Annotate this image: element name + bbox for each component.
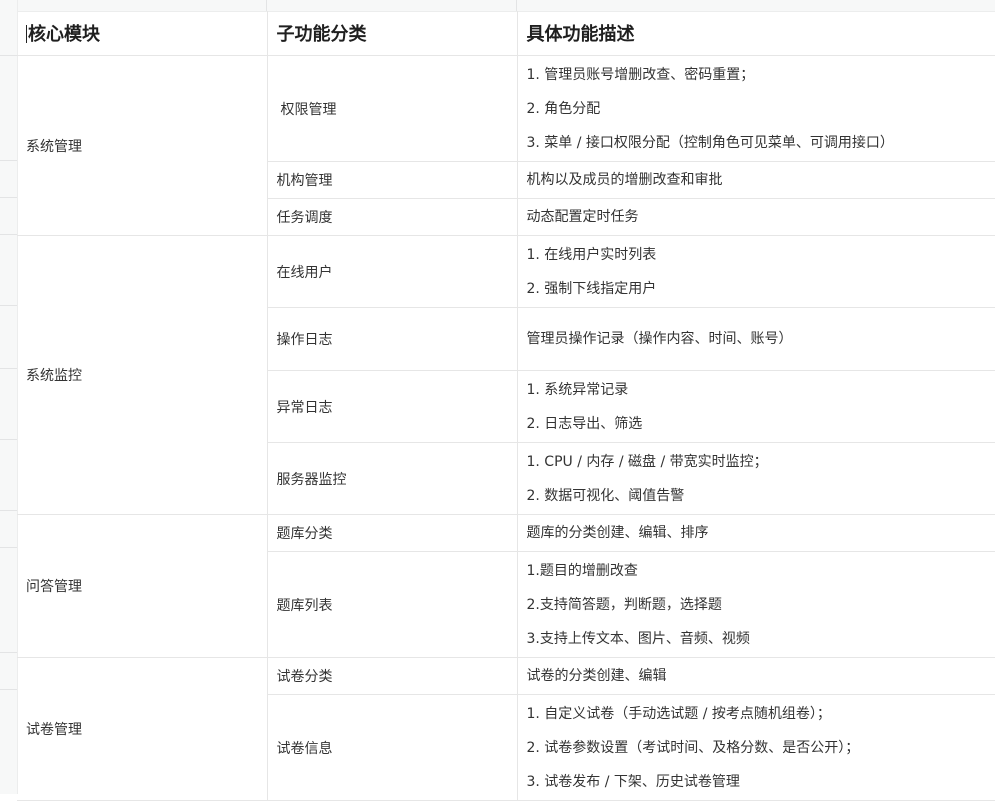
description-cell[interactable]: 题库的分类创建、编辑、排序: [517, 514, 995, 552]
description-line: 机构以及成员的增删改查和审批: [526, 172, 723, 188]
header-sub-category[interactable]: 子功能分类: [267, 11, 518, 56]
description-line: 1. CPU / 内存 / 磁盘 / 带宽实时监控；: [526, 453, 768, 470]
core-module-cell[interactable]: 试卷管理: [17, 657, 268, 801]
description-line: 动态配置定时任务: [526, 209, 639, 225]
description-line: 3. 试卷发布 / 下架、历史试卷管理: [526, 773, 740, 790]
row-gutter: [0, 0, 18, 794]
description-line: 1. 自定义试卷（手动选试题 / 按考点随机组卷）；: [526, 705, 831, 722]
row-separator: [0, 368, 17, 369]
sub-category-cell[interactable]: 权限管理: [267, 55, 518, 162]
row-separator: [0, 55, 17, 56]
sub-category-cell[interactable]: 机构管理: [267, 161, 518, 199]
sub-category-cell[interactable]: 试卷信息: [267, 694, 518, 801]
row-separator: [0, 652, 17, 653]
sub-category-cell[interactable]: 题库分类: [267, 514, 518, 552]
description-line: 2. 日志导出、筛选: [526, 415, 643, 432]
header-core-module[interactable]: 核心模块: [17, 11, 268, 56]
description-line: 3.支持上传文本、图片、音频、视频: [526, 630, 750, 647]
description-cell[interactable]: 1. 在线用户实时列表 2. 强制下线指定用户: [517, 235, 995, 308]
description-line: 管理员操作记录（操作内容、时间、账号）: [526, 331, 793, 347]
row-separator: [0, 234, 17, 235]
description-cell[interactable]: 机构以及成员的增删改查和审批: [517, 161, 995, 199]
description-cell[interactable]: 试卷的分类创建、编辑: [517, 657, 995, 695]
description-line: 1. 管理员账号增删改查、密码重置；: [526, 66, 755, 83]
feature-table: 核心模块 子功能分类 具体功能描述 系统管理 权限管理 1. 管理员账号增删改查、密…: [17, 11, 995, 801]
description-cell[interactable]: 动态配置定时任务: [517, 198, 995, 236]
sub-category-cell[interactable]: 服务器监控: [267, 442, 518, 515]
description-line: 试卷的分类创建、编辑: [526, 668, 667, 684]
text-cursor: [26, 25, 27, 43]
core-module-cell[interactable]: 问答管理: [17, 514, 268, 658]
description-cell[interactable]: 1. 管理员账号增删改查、密码重置； 2. 角色分配 3. 菜单 / 接口权限分配（…: [517, 55, 995, 162]
row-separator: [0, 547, 17, 548]
header-core-module-label: 核心模块: [28, 24, 100, 45]
column-separator[interactable]: [516, 0, 517, 11]
table-row: 系统管理 权限管理 1. 管理员账号增删改查、密码重置； 2. 角色分配 3. 菜单 /…: [17, 55, 995, 236]
sub-category-cell[interactable]: 题库列表: [267, 551, 518, 658]
description-line: 2. 数据可视化、阈值告警: [526, 487, 685, 504]
description-line: 题库的分类创建、编辑、排序: [526, 525, 709, 541]
description-line: 2.支持简答题，判断题，选择题: [526, 596, 722, 613]
table-row: 试卷管理 试卷分类 试卷的分类创建、编辑: [17, 657, 995, 801]
sub-category-cell[interactable]: 任务调度: [267, 198, 518, 236]
sub-category-cell[interactable]: 在线用户: [267, 235, 518, 308]
description-line: 1.题目的增删改查: [526, 562, 638, 579]
row-separator: [0, 197, 17, 198]
table-row: 系统监控 在线用户 1. 在线用户实时列表 2. 强制下线指定用户: [17, 235, 995, 515]
row-separator: [0, 160, 17, 161]
table-row: 问答管理 题库分类 题库的分类创建、编辑、排序: [17, 514, 995, 658]
header-description[interactable]: 具体功能描述: [517, 11, 995, 56]
core-module-cell[interactable]: 系统监控: [17, 235, 268, 515]
sub-category-cell[interactable]: 试卷分类: [267, 657, 518, 695]
sub-category-cell[interactable]: 操作日志: [267, 307, 518, 371]
description-line: 3. 菜单 / 接口权限分配（控制角色可见菜单、可调用接口）: [526, 134, 894, 151]
description-cell[interactable]: 1. 系统异常记录 2. 日志导出、筛选: [517, 370, 995, 443]
description-cell[interactable]: 1.题目的增删改查 2.支持简答题，判断题，选择题 3.支持上传文本、图片、音频、视…: [517, 551, 995, 658]
row-separator: [0, 305, 17, 306]
description-cell[interactable]: 1. CPU / 内存 / 磁盘 / 带宽实时监控； 2. 数据可视化、阈值告警: [517, 442, 995, 515]
sub-category-cell[interactable]: 异常日志: [267, 370, 518, 443]
description-line: 2. 角色分配: [526, 100, 601, 117]
header-row: 核心模块 子功能分类 具体功能描述: [17, 11, 995, 56]
row-separator: [0, 510, 17, 511]
description-line: 1. 在线用户实时列表: [526, 246, 657, 263]
description-cell[interactable]: 管理员操作记录（操作内容、时间、账号）: [517, 307, 995, 371]
description-line: 2. 试卷参数设置（考试时间、及格分数、是否公开）；: [526, 739, 860, 756]
row-separator: [0, 439, 17, 440]
description-line: 2. 强制下线指定用户: [526, 280, 657, 297]
column-separator[interactable]: [266, 0, 267, 11]
core-module-cell[interactable]: 系统管理: [17, 55, 268, 236]
row-separator: [0, 689, 17, 690]
description-line: 1. 系统异常记录: [526, 381, 629, 398]
description-cell[interactable]: 1. 自定义试卷（手动选试题 / 按考点随机组卷）； 2. 试卷参数设置（考试时间…: [517, 694, 995, 801]
